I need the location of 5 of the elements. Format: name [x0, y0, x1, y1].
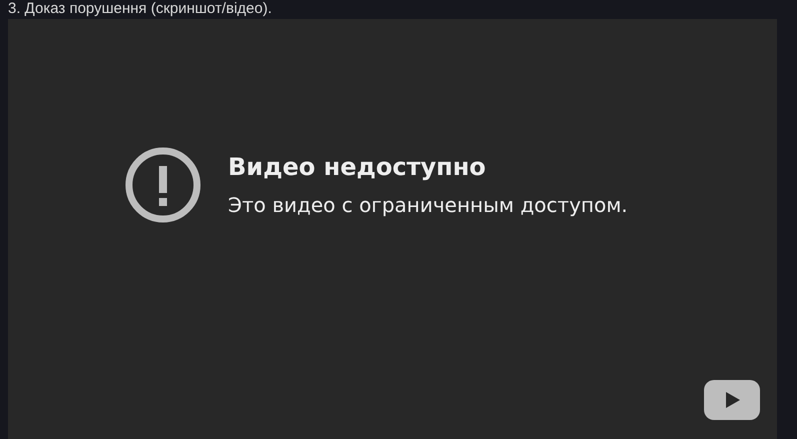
video-title: Видео недоступно — [228, 152, 487, 180]
play-logo-icon[interactable] — [704, 380, 760, 420]
caption-text: 3. Доказ порушення (скриншот/відео). — [8, 0, 273, 18]
warning-icon — [124, 146, 202, 224]
video-message: Это видео с ограниченным доступом. — [228, 192, 628, 216]
